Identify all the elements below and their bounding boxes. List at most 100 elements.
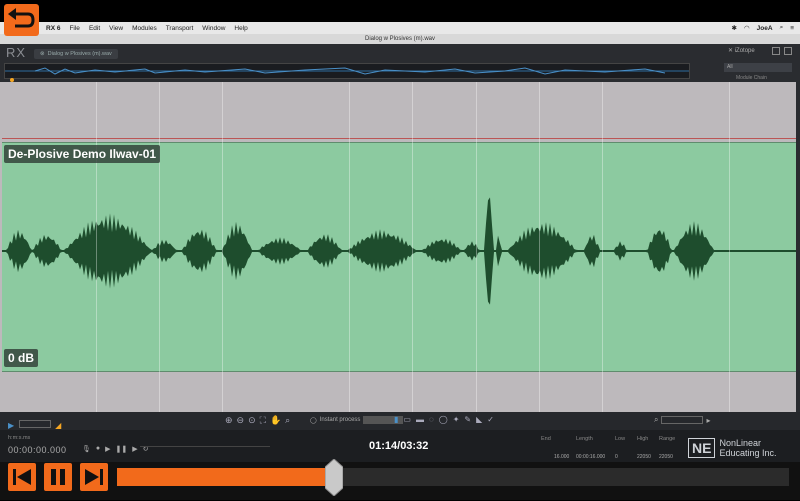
- bluetooth-icon: ✱: [731, 25, 737, 32]
- instant-process-toggle-icon[interactable]: ◯: [310, 417, 317, 424]
- clip-name-label: De-Plosive Demo Ilwav-01: [4, 145, 161, 163]
- skip-back-icon: [13, 469, 31, 485]
- freq-select-icon[interactable]: ▭: [403, 415, 411, 424]
- level-meter: [140, 438, 270, 447]
- logo-line1: NonLinear: [719, 438, 761, 448]
- clip-waveform: [2, 197, 796, 305]
- col-length: Length: [576, 436, 593, 442]
- transport-buttons: 🎙 ● ▶ ❚❚ ▶ ↻: [82, 445, 149, 453]
- menu-help[interactable]: Help: [234, 25, 247, 32]
- grid-line: [539, 82, 540, 412]
- lasso-icon[interactable]: ◯: [439, 415, 448, 424]
- file-tab[interactable]: ⊗ Dialog w Plosives (m).wav: [34, 49, 118, 59]
- skip-forward-icon: [85, 469, 103, 485]
- val-low[interactable]: 0: [615, 454, 618, 460]
- menubar-user[interactable]: JoeA: [757, 25, 773, 32]
- pencil-icon[interactable]: ✎: [464, 415, 471, 424]
- pause-small-icon[interactable]: ❚❚: [116, 445, 128, 453]
- box-select-icon[interactable]: ▬: [416, 415, 424, 424]
- menu-list-icon[interactable]: ≡: [790, 25, 794, 32]
- back-button[interactable]: [4, 4, 39, 36]
- menu-window[interactable]: Window: [202, 25, 225, 32]
- nonlinear-mark: NE: [688, 438, 716, 458]
- pause-button[interactable]: [44, 463, 72, 491]
- module-chain-button[interactable]: Module Chain: [724, 74, 792, 82]
- selection-boundary: [2, 138, 796, 139]
- col-low: Low: [615, 436, 626, 442]
- play-selection-icon[interactable]: ▶: [132, 445, 137, 453]
- overview-waveform: [5, 67, 689, 75]
- menu-modules[interactable]: Modules: [132, 25, 157, 32]
- col-high: High: [637, 436, 649, 442]
- display-blend-track[interactable]: [18, 419, 51, 428]
- file-tab-label: Dialog w Plosives (m).wav: [47, 51, 112, 57]
- magnify-icon[interactable]: ⌕: [285, 415, 290, 426]
- instant-process[interactable]: ◯ Instant process: [310, 416, 404, 424]
- skip-forward-button[interactable]: [80, 463, 108, 491]
- val-range[interactable]: 22050: [659, 454, 673, 460]
- grid-line: [412, 82, 413, 412]
- time-select-icon[interactable]: ▮: [394, 415, 398, 424]
- selection-tools: ▮ ▭ ▬ ◌ ◯ ✦ ✎ ◣ ✓: [394, 415, 494, 424]
- menu-file[interactable]: File: [69, 25, 79, 32]
- grid-line: [96, 82, 97, 412]
- zoom-fit-icon[interactable]: ⊙: [248, 415, 256, 426]
- zoom-in-icon[interactable]: ⊕: [225, 415, 233, 426]
- mic-icon[interactable]: 🎙: [82, 445, 91, 453]
- brush-icon[interactable]: ◌: [429, 415, 434, 424]
- val-end[interactable]: 16.000: [554, 454, 569, 460]
- time-format-select[interactable]: h:m:s.ms: [8, 435, 30, 441]
- grid-line: [602, 82, 603, 412]
- rx-logo: RX: [6, 45, 27, 60]
- spotlight-icon[interactable]: ⌕: [780, 24, 784, 32]
- menu-view[interactable]: View: [109, 25, 123, 32]
- help-icon[interactable]: [784, 47, 792, 55]
- zoom-selection-icon[interactable]: ⛶: [260, 415, 266, 426]
- izotope-brand: iZotope: [734, 48, 755, 54]
- grid-line: [729, 82, 730, 412]
- check-icon[interactable]: ✓: [487, 415, 494, 424]
- nonlinear-logo: NE NonLinear Educating Inc.: [688, 438, 777, 458]
- record-icon[interactable]: ●: [96, 445, 100, 453]
- waveform-icon: ▶: [8, 421, 15, 430]
- playback-time: 01:14/03:32: [369, 440, 429, 452]
- hand-icon[interactable]: ✋: [270, 415, 281, 426]
- zoom-controls: ⌕ ▸: [654, 415, 711, 425]
- play-icon[interactable]: ▶: [105, 445, 110, 453]
- progress-thumb-shape: [324, 458, 344, 497]
- audio-clip[interactable]: [2, 142, 796, 372]
- grid-line: [159, 82, 160, 412]
- grid-line: [349, 82, 350, 412]
- waveform-spectrogram-slider[interactable]: ▶ ◢: [8, 415, 68, 430]
- wand-icon[interactable]: ✦: [453, 415, 460, 424]
- zoom-step-icon[interactable]: ▸: [706, 416, 710, 425]
- waveform-overview[interactable]: [4, 63, 690, 79]
- time-readout: 00:00:00.000: [8, 445, 67, 455]
- izotope-mark-icon: ✕: [728, 48, 734, 54]
- menu-edit[interactable]: Edit: [89, 25, 100, 32]
- zoom-slider[interactable]: [661, 416, 704, 424]
- zoom-icon[interactable]: ⌕: [654, 415, 658, 425]
- vertical-scrollbar[interactable]: [796, 82, 800, 412]
- logo-line2: Educating Inc.: [719, 448, 777, 458]
- spectrogram-icon: ◢: [55, 421, 62, 430]
- module-filter-select[interactable]: All: [724, 63, 792, 72]
- progress-thumb[interactable]: [324, 458, 344, 497]
- grid-line: [476, 82, 477, 412]
- window-layout-icon[interactable]: [772, 47, 780, 55]
- mac-menubar: RX 6 File Edit View Modules Transport Wi…: [0, 22, 800, 34]
- wifi-icon: ◠: [743, 25, 750, 32]
- close-tab-icon[interactable]: ⊗: [40, 51, 45, 57]
- waveform-shape: [2, 197, 796, 305]
- harmonic-icon[interactable]: ◣: [476, 415, 482, 424]
- menu-transport[interactable]: Transport: [166, 25, 194, 32]
- progress-fill: [117, 468, 334, 486]
- zoom-out-icon[interactable]: ⊖: [237, 415, 245, 426]
- tool-group: ⊕ ⊖ ⊙ ⛶ ✋ ⌕: [225, 415, 290, 426]
- pause-icon: [51, 469, 65, 485]
- skip-back-button[interactable]: [8, 463, 36, 491]
- back-icon: [8, 8, 35, 28]
- val-high[interactable]: 22050: [637, 454, 651, 460]
- val-length[interactable]: 00:00:16.000: [576, 454, 605, 460]
- menubar-app-name[interactable]: RX 6: [46, 25, 60, 32]
